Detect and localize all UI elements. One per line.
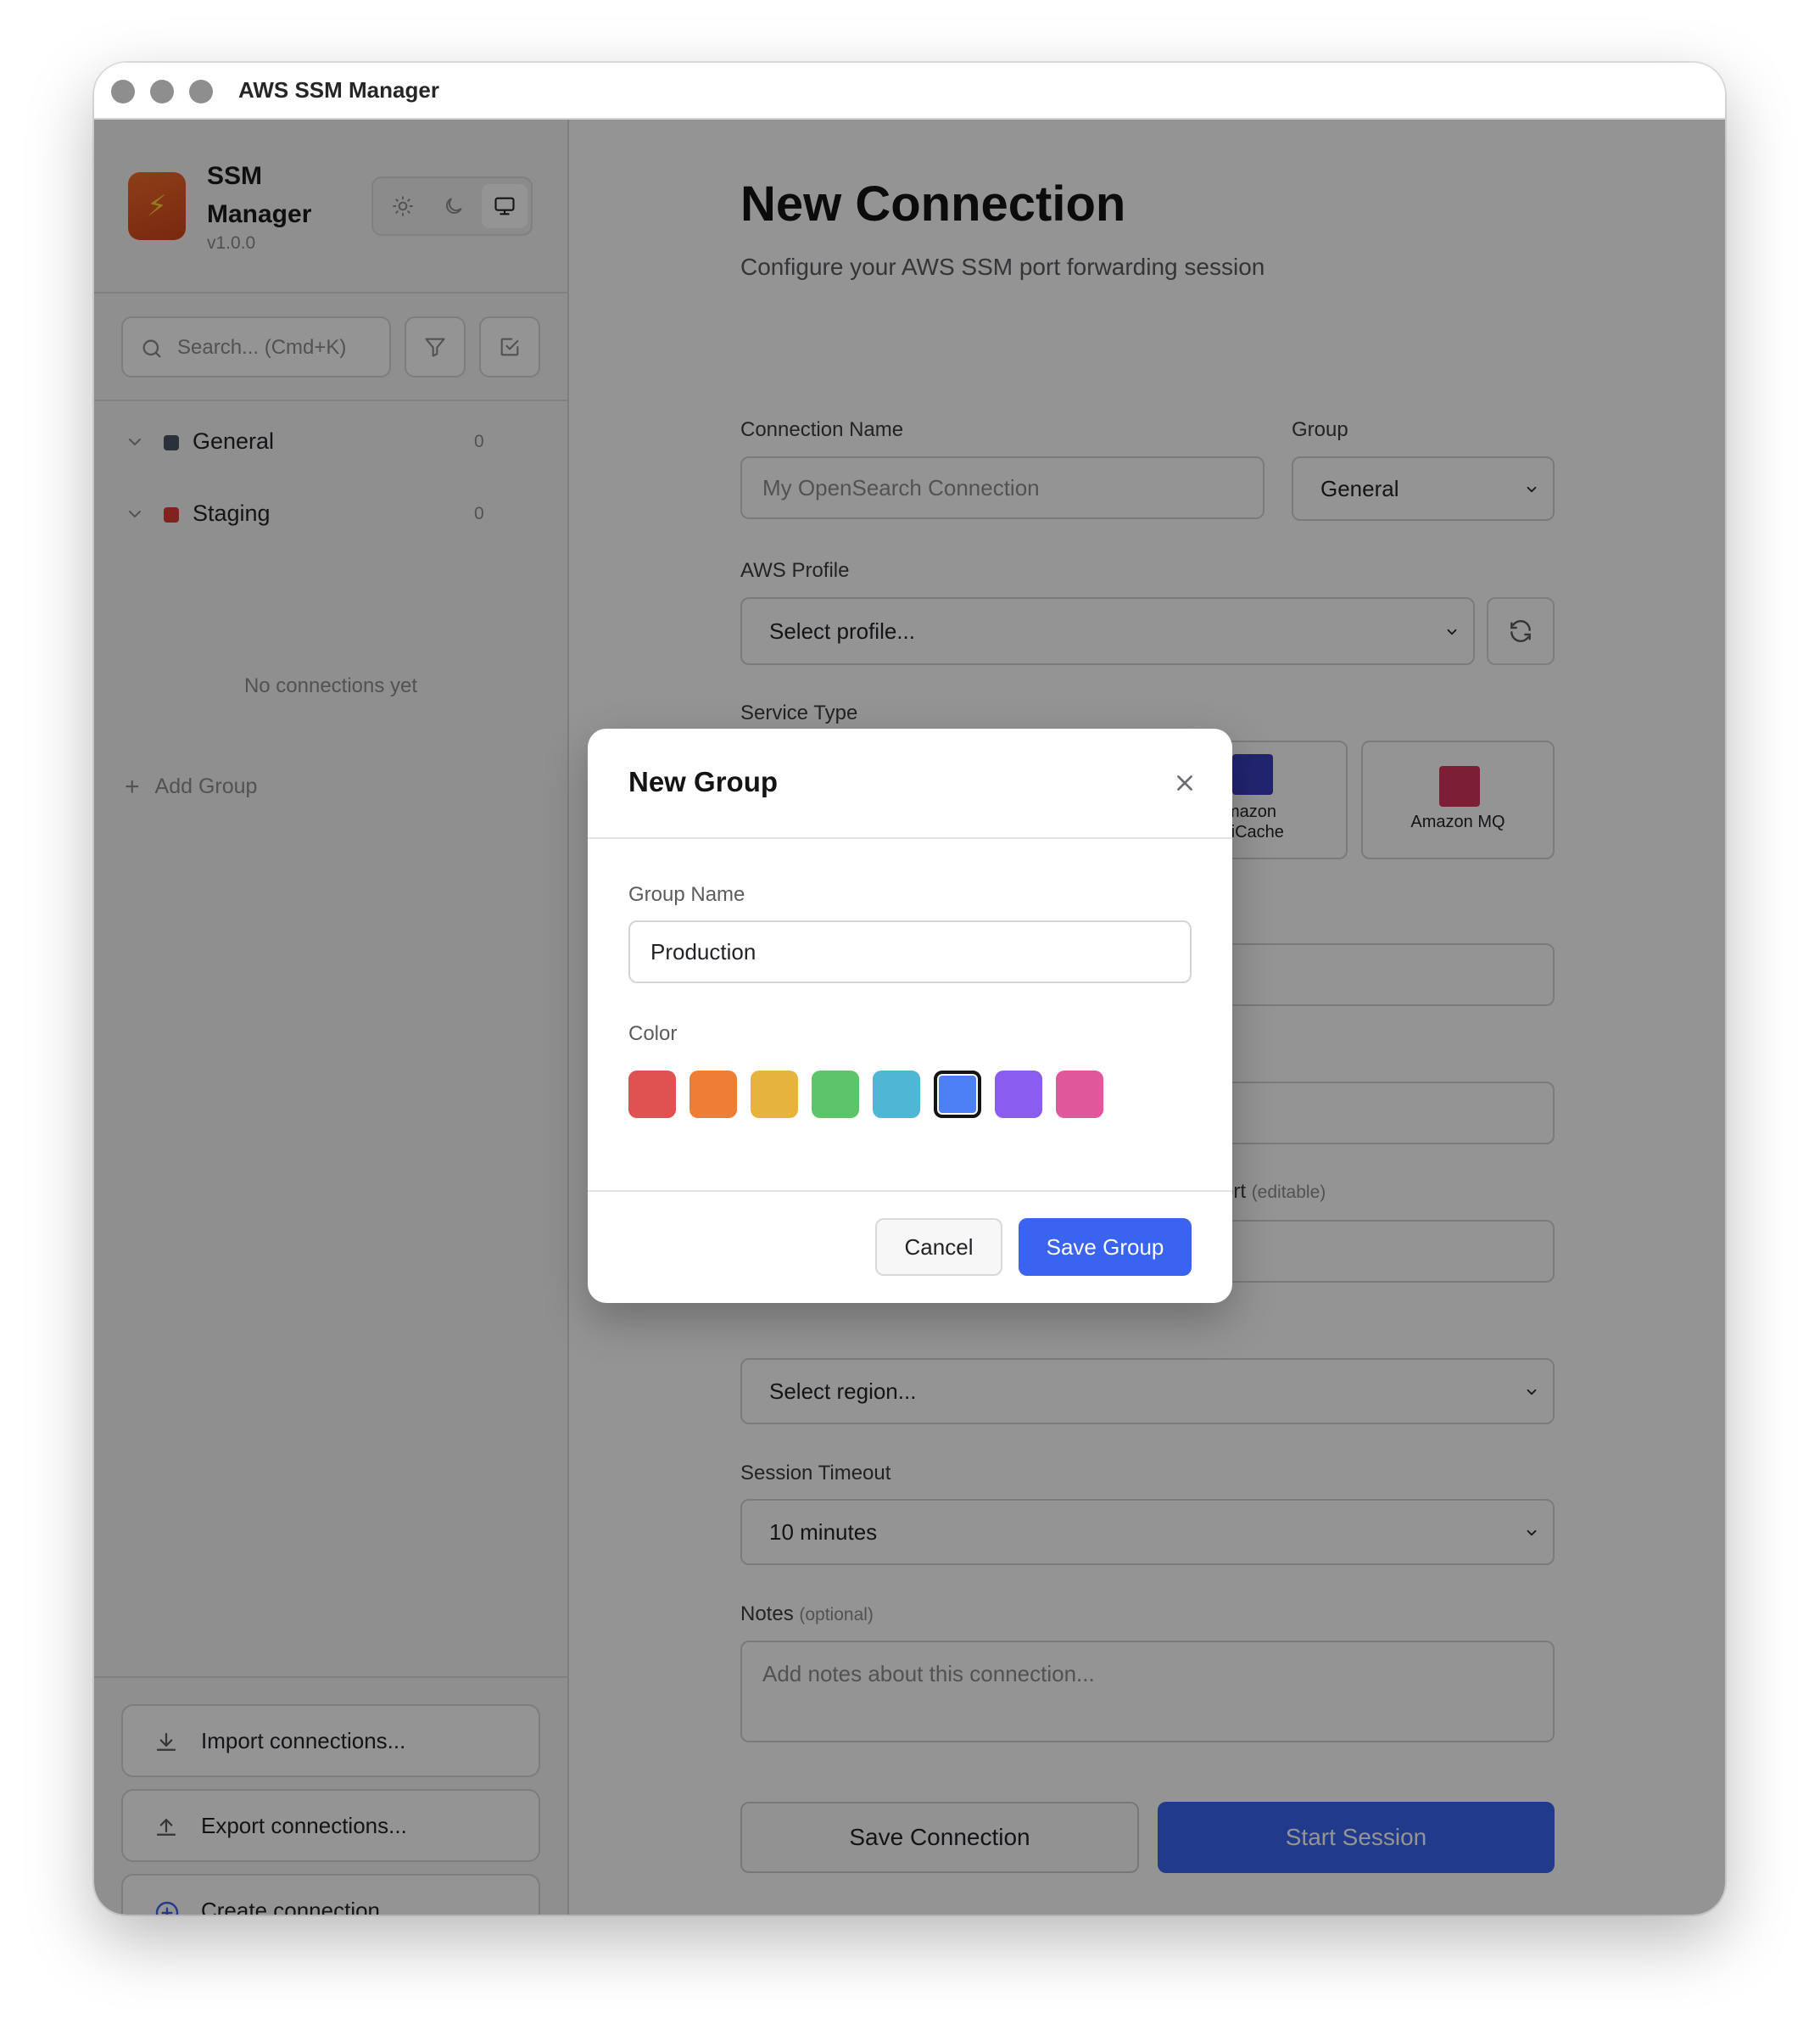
dialog-divider	[588, 837, 1232, 839]
color-swatch-orange[interactable]	[689, 1071, 737, 1118]
minimize-window-button[interactable]	[150, 80, 174, 103]
zoom-window-button[interactable]	[189, 80, 213, 103]
color-swatch-red[interactable]	[628, 1071, 676, 1118]
color-swatch-blue[interactable]	[934, 1071, 981, 1118]
color-swatch-yellow[interactable]	[751, 1071, 798, 1118]
color-swatch-cyan[interactable]	[873, 1071, 920, 1118]
color-swatch-pink[interactable]	[1056, 1071, 1103, 1118]
dialog-title: New Group	[628, 766, 779, 797]
group-name-input[interactable]	[628, 920, 1192, 983]
color-swatch-green[interactable]	[812, 1071, 859, 1118]
save-group-button[interactable]: Save Group	[1019, 1218, 1192, 1276]
new-group-dialog: New Group Group Name Color Cancel Save G…	[588, 729, 1232, 1303]
title-bar: AWS SSM Manager	[94, 63, 1725, 120]
group-name-label: Group Name	[628, 883, 745, 906]
close-icon[interactable]	[1170, 768, 1200, 798]
app-window: AWS SSM Manager ⚡ SSM Manager v1.0.0 Sea…	[94, 63, 1725, 1915]
color-swatch-purple[interactable]	[995, 1071, 1042, 1118]
dialog-divider	[588, 1190, 1232, 1192]
cancel-button[interactable]: Cancel	[875, 1218, 1002, 1276]
close-window-button[interactable]	[111, 80, 135, 103]
window-title: AWS SSM Manager	[238, 77, 439, 103]
color-label: Color	[628, 1022, 678, 1045]
